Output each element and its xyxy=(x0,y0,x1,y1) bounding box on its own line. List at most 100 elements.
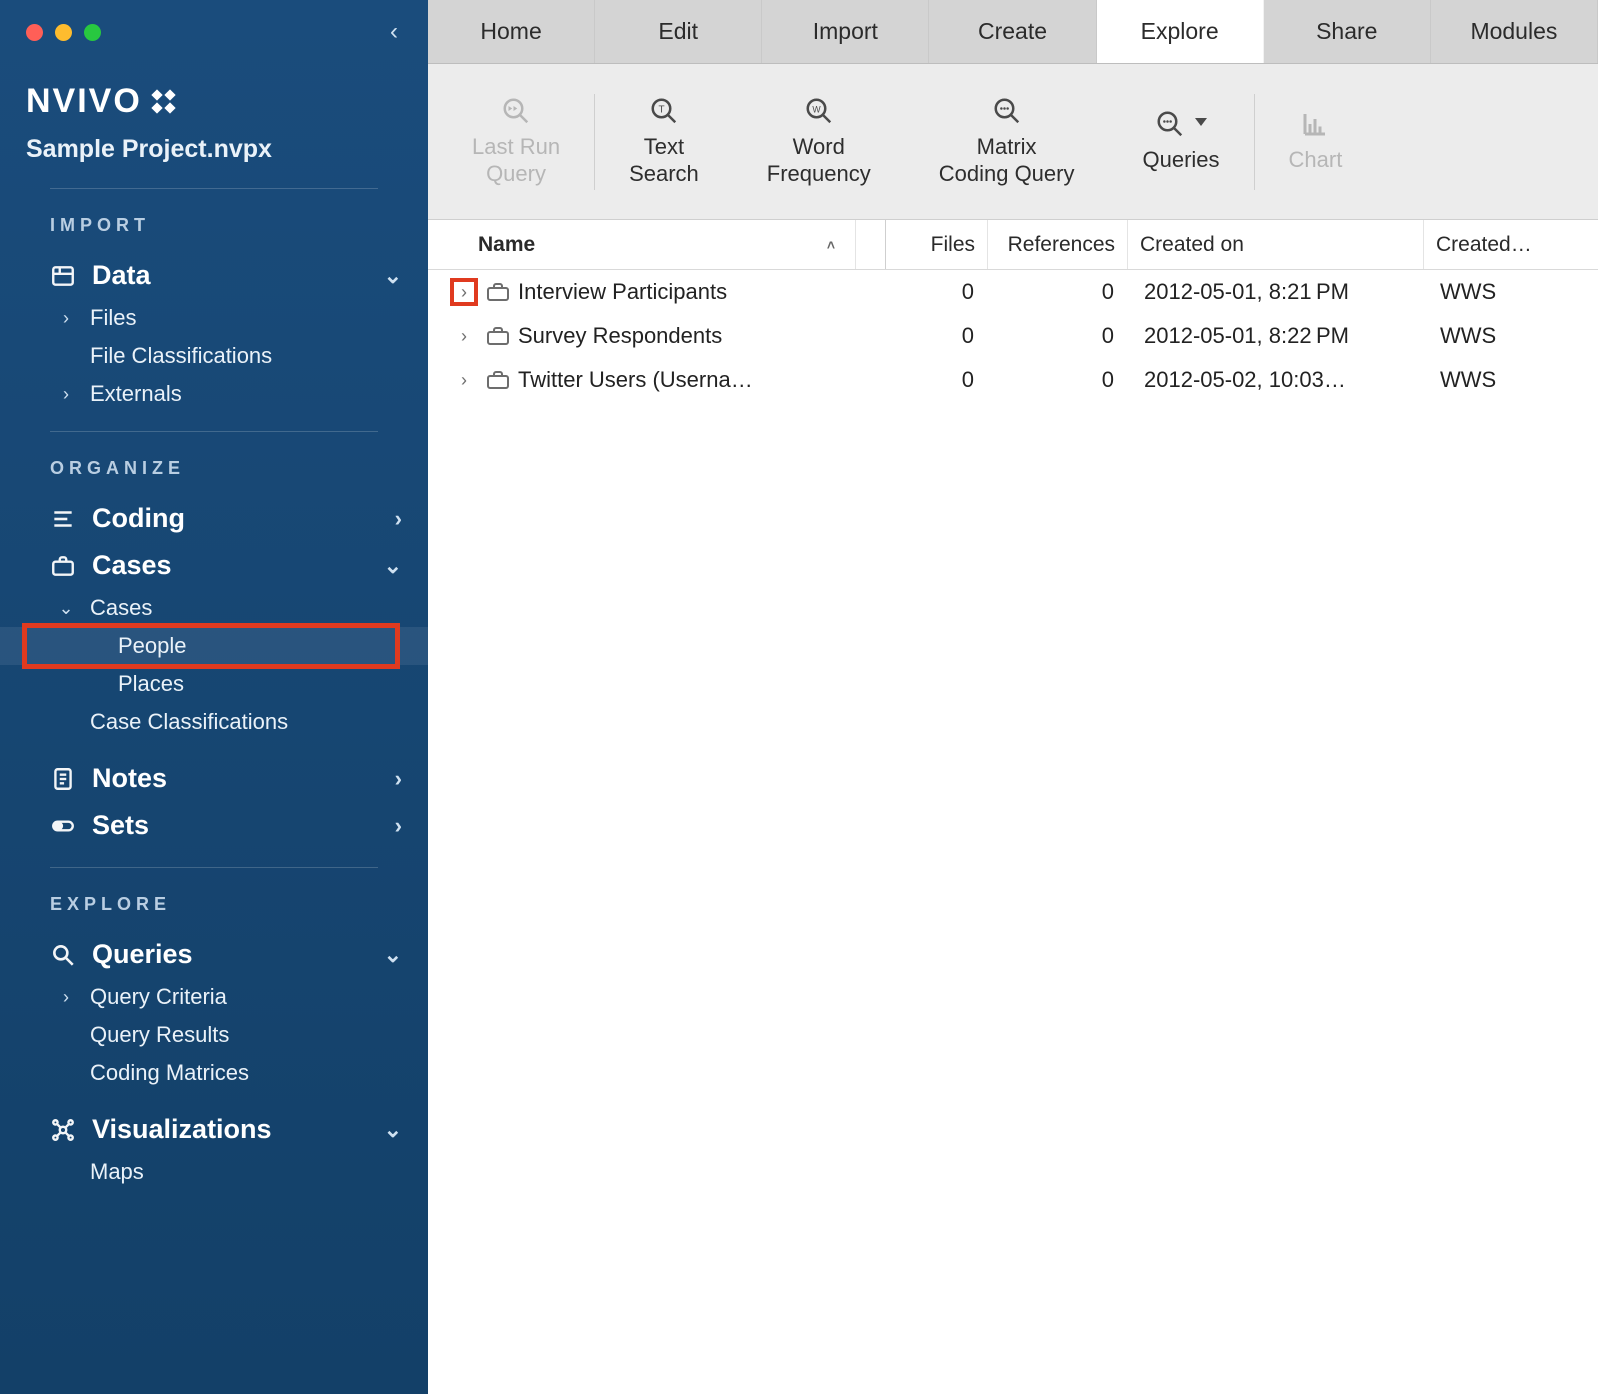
briefcase-icon xyxy=(486,326,510,346)
sidebar-item-files[interactable]: › Files xyxy=(0,299,428,337)
nav-visualizations-label: Visualizations xyxy=(92,1114,272,1145)
label: Files xyxy=(931,233,975,257)
column-references[interactable]: References xyxy=(988,220,1128,269)
cell-name: › Interview Participants xyxy=(428,278,856,306)
tab-home[interactable]: Home xyxy=(428,0,595,63)
search-icon xyxy=(1155,109,1185,139)
label: Coding Matrices xyxy=(90,1060,249,1086)
cell-created: 2012-05-01, 8:21 PM xyxy=(1128,279,1424,305)
project-name: Sample Project.nvpx xyxy=(0,131,428,188)
table-row[interactable]: › Twitter Users (Userna… 0 0 2012-05-02,… xyxy=(428,358,1598,402)
briefcase-icon xyxy=(486,282,510,302)
column-spacer xyxy=(856,220,886,269)
label: People xyxy=(118,633,187,659)
sidebar-item-maps[interactable]: Maps xyxy=(0,1153,428,1191)
column-created-by[interactable]: Created… xyxy=(1424,220,1598,269)
column-files[interactable]: Files xyxy=(886,220,988,269)
ribbon-text-search[interactable]: T TextSearch xyxy=(595,64,733,219)
sidebar-item-query-criteria[interactable]: › Query Criteria xyxy=(0,978,428,1016)
table-row[interactable]: › Interview Participants 0 0 2012-05-01,… xyxy=(428,270,1598,314)
briefcase-icon xyxy=(50,553,76,579)
chevron-right-icon: › xyxy=(395,813,402,839)
sidebar-item-people[interactable]: People xyxy=(0,627,428,665)
section-organize-label: ORGANIZE xyxy=(0,432,428,495)
cell-references: 0 xyxy=(988,323,1128,349)
database-icon xyxy=(50,263,76,289)
tab-create[interactable]: Create xyxy=(929,0,1096,63)
ribbon-word-frequency[interactable]: W WordFrequency xyxy=(733,64,905,219)
label: Query Results xyxy=(90,1022,229,1048)
sidebar-item-coding-matrices[interactable]: Coding Matrices xyxy=(0,1054,428,1092)
label: Maps xyxy=(90,1159,144,1185)
chevron-down-icon: ⌄ xyxy=(384,553,402,579)
cell-created: 2012-05-01, 8:22 PM xyxy=(1128,323,1424,349)
sidebar-item-query-results[interactable]: Query Results xyxy=(0,1016,428,1054)
window-close-icon[interactable] xyxy=(26,24,43,41)
cell-created-by: WWS xyxy=(1424,279,1598,305)
row-expander-icon[interactable]: › xyxy=(450,278,478,306)
cell-files: 0 xyxy=(886,323,988,349)
label: Chart xyxy=(1289,147,1343,172)
nav-sets[interactable]: Sets › xyxy=(0,802,428,849)
table-header: Name ˄ Files References Created on Creat… xyxy=(428,220,1598,270)
row-expander-icon[interactable]: › xyxy=(450,322,478,350)
dropdown-caret-icon xyxy=(1195,118,1207,126)
network-icon xyxy=(50,1117,76,1143)
line1: Matrix xyxy=(977,134,1037,159)
cell-references: 0 xyxy=(988,367,1128,393)
column-created-on[interactable]: Created on xyxy=(1128,220,1424,269)
nav-queries[interactable]: Queries ⌄ xyxy=(0,931,428,978)
line2: Coding Query xyxy=(939,161,1075,187)
sidebar-item-case-classifications[interactable]: Case Classifications xyxy=(0,703,428,741)
label: Created on xyxy=(1140,233,1244,257)
line1: Text xyxy=(644,134,684,159)
tab-import[interactable]: Import xyxy=(762,0,929,63)
label: Query Criteria xyxy=(90,984,227,1010)
chevron-down-icon: ⌄ xyxy=(384,263,402,289)
sidebar-item-places[interactable]: Places xyxy=(0,665,428,703)
cell-created: 2012-05-02, 10:03… xyxy=(1128,367,1424,393)
window-maximize-icon[interactable] xyxy=(84,24,101,41)
sidebar-collapse-icon[interactable]: ‹ xyxy=(390,18,398,46)
sidebar-item-cases[interactable]: ⌄ Cases xyxy=(0,589,428,627)
ribbon-queries-dropdown[interactable]: Queries xyxy=(1108,64,1253,219)
ribbon-chart: Chart xyxy=(1255,64,1377,219)
line2: Frequency xyxy=(767,161,871,187)
nav-data[interactable]: Data ⌄ xyxy=(0,252,428,299)
notes-icon xyxy=(50,766,76,792)
cell-created-by: WWS xyxy=(1424,367,1598,393)
table-row[interactable]: › Survey Respondents 0 0 2012-05-01, 8:2… xyxy=(428,314,1598,358)
row-expander-icon[interactable]: › xyxy=(450,366,478,394)
label: Case Classifications xyxy=(90,709,288,735)
nav-notes[interactable]: Notes › xyxy=(0,755,428,802)
chevron-right-icon: › xyxy=(395,506,402,532)
sidebar-item-file-classifications[interactable]: File Classifications xyxy=(0,337,428,375)
table-body: › Interview Participants 0 0 2012-05-01,… xyxy=(428,270,1598,1394)
chevron-right-icon: › xyxy=(56,987,76,1008)
nav-coding[interactable]: Coding › xyxy=(0,495,428,542)
label: References xyxy=(1008,233,1115,257)
svg-text:W: W xyxy=(812,104,821,114)
svg-text:T: T xyxy=(658,104,664,115)
label: Cases xyxy=(90,595,152,621)
label: Queries xyxy=(1142,147,1219,172)
window-controls: ‹ xyxy=(0,18,428,46)
line1: Last Run xyxy=(472,134,560,159)
chevron-right-icon: › xyxy=(395,766,402,792)
tab-edit[interactable]: Edit xyxy=(595,0,762,63)
nav-cases[interactable]: Cases ⌄ xyxy=(0,542,428,589)
tab-explore[interactable]: Explore xyxy=(1097,0,1264,63)
nav-queries-label: Queries xyxy=(92,939,193,970)
sidebar-item-externals[interactable]: › Externals xyxy=(0,375,428,413)
app-brand: NVIVO xyxy=(0,46,428,131)
text-search-icon: T xyxy=(649,96,679,126)
ribbon-matrix-coding-query[interactable]: MatrixCoding Query xyxy=(905,64,1109,219)
label: Files xyxy=(90,305,136,331)
column-name[interactable]: Name ˄ xyxy=(428,220,856,269)
label: Externals xyxy=(90,381,182,407)
nav-visualizations[interactable]: Visualizations ⌄ xyxy=(0,1106,428,1153)
list-icon xyxy=(50,506,76,532)
tab-modules[interactable]: Modules xyxy=(1431,0,1598,63)
window-minimize-icon[interactable] xyxy=(55,24,72,41)
tab-share[interactable]: Share xyxy=(1264,0,1431,63)
